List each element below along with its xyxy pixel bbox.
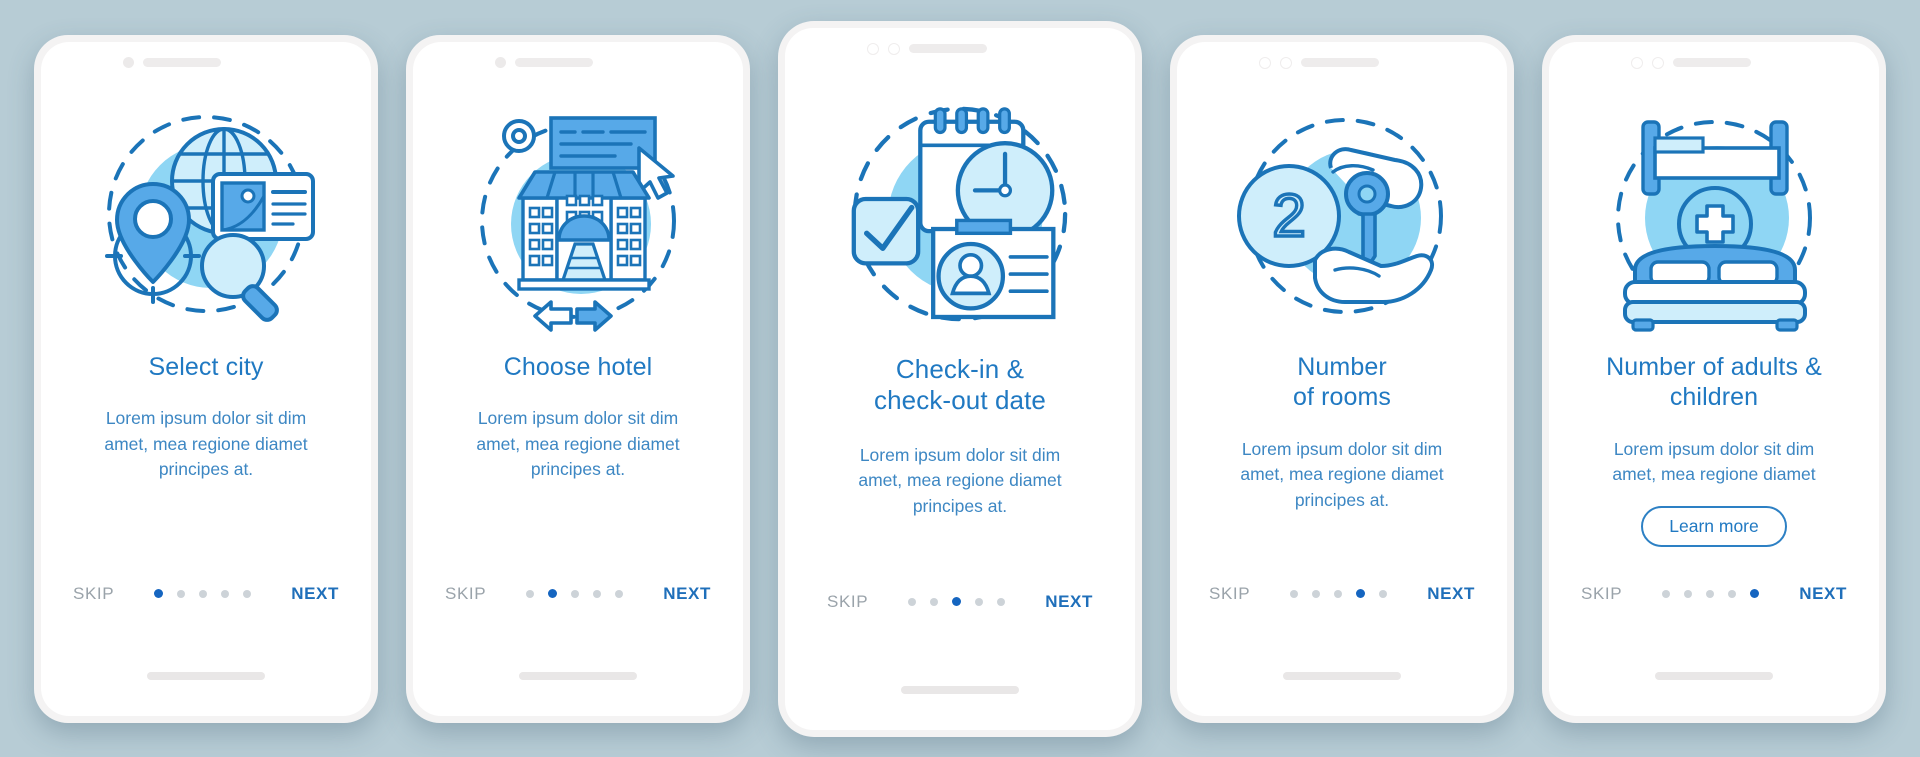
- status-bar: [1177, 42, 1507, 84]
- speaker-bar-icon: [143, 58, 221, 67]
- screen-body-text: Lorem ipsum dolor sit dim amet, mea regi…: [476, 408, 680, 480]
- screen-check-in-out-date: Check-in & check-out date Lorem ipsum do…: [785, 27, 1135, 730]
- speaker-bar-icon: [1301, 58, 1379, 67]
- pagination-dot-4[interactable]: [221, 589, 230, 598]
- home-indicator: [1655, 671, 1773, 680]
- skip-button[interactable]: SKIP: [445, 584, 486, 604]
- pagination-dot-3[interactable]: [571, 589, 580, 598]
- skip-button[interactable]: SKIP: [1581, 584, 1622, 604]
- globe-location-card-search-icon: [91, 106, 321, 326]
- home-indicator: [147, 671, 265, 680]
- onboarding-nav: SKIP NEXT: [413, 584, 743, 604]
- pagination-dots[interactable]: [526, 589, 624, 598]
- sensor-ring-icon: [888, 42, 900, 55]
- skip-button[interactable]: SKIP: [1209, 584, 1250, 604]
- phone-mockup-select-city: Select city Lorem ipsum dolor sit dim am…: [34, 34, 378, 723]
- skip-button[interactable]: SKIP: [73, 584, 114, 604]
- onboarding-nav: SKIP NEXT: [785, 592, 1135, 612]
- pagination-dot-4[interactable]: [1356, 589, 1366, 598]
- pagination-dot-1[interactable]: [154, 589, 164, 598]
- phone-mockup-number-of-rooms: 2 Number of rooms Lorem ipsum dolor sit …: [1170, 34, 1514, 723]
- pagination-dot-2[interactable]: [548, 589, 558, 598]
- screen-title: Check-in & check-out date: [874, 353, 1046, 416]
- home-indicator: [1283, 671, 1401, 680]
- svg-text:2: 2: [1272, 182, 1305, 249]
- next-button[interactable]: NEXT: [291, 584, 339, 604]
- learn-more-button[interactable]: Learn more: [1641, 505, 1787, 547]
- camera-ring-icon: [1259, 56, 1271, 69]
- screen-title: Number of adults & children: [1606, 352, 1822, 412]
- sensor-ring-icon: [1280, 56, 1292, 69]
- status-bar: [413, 42, 743, 84]
- pagination-dot-2[interactable]: [1684, 589, 1693, 598]
- pagination-dot-5[interactable]: [243, 589, 252, 598]
- next-button[interactable]: NEXT: [663, 584, 711, 604]
- onboarding-nav: SKIP NEXT: [1177, 584, 1507, 604]
- screen-body-text: Lorem ipsum dolor sit dim amet, mea regi…: [1240, 438, 1444, 510]
- home-indicator: [901, 685, 1019, 694]
- pagination-dots[interactable]: [1290, 589, 1388, 598]
- status-bar: [785, 28, 1135, 70]
- key-handover-two-icon: 2: [1227, 106, 1457, 326]
- pagination-dot-3[interactable]: [199, 589, 208, 598]
- screen-choose-hotel: Choose hotel Lorem ipsum dolor sit dim a…: [413, 41, 743, 716]
- pagination-dots[interactable]: [1662, 589, 1760, 598]
- pagination-dot-4[interactable]: [975, 597, 984, 606]
- screen-number-of-rooms: 2 Number of rooms Lorem ipsum dolor sit …: [1177, 41, 1507, 716]
- pagination-dot-3[interactable]: [1334, 589, 1343, 598]
- speaker-bar-icon: [909, 44, 987, 53]
- onboarding-screens-stage: Select city Lorem ipsum dolor sit dim am…: [0, 0, 1920, 757]
- pagination-dots[interactable]: [908, 597, 1006, 606]
- pagination-dot-5[interactable]: [615, 589, 624, 598]
- pagination-dot-5[interactable]: [997, 597, 1006, 606]
- status-bar: [1549, 42, 1879, 84]
- speaker-bar-icon: [515, 58, 593, 67]
- pagination-dot-1[interactable]: [1662, 589, 1671, 598]
- camera-ring-icon: [1631, 56, 1643, 69]
- next-button[interactable]: NEXT: [1427, 584, 1475, 604]
- pagination-dot-5[interactable]: [1750, 589, 1760, 598]
- screen-select-city: Select city Lorem ipsum dolor sit dim am…: [41, 41, 371, 716]
- camera-dot-icon: [123, 57, 134, 68]
- pagination-dots[interactable]: [154, 589, 252, 598]
- pagination-dot-2[interactable]: [177, 589, 186, 598]
- screen-title: Number of rooms: [1292, 352, 1392, 412]
- screen-body-text: Lorem ipsum dolor sit dim amet, mea regi…: [858, 444, 1062, 517]
- screen-body-text: Lorem ipsum dolor sit dim amet, mea regi…: [104, 408, 308, 480]
- pagination-dot-1[interactable]: [526, 589, 535, 598]
- pagination-dot-4[interactable]: [1728, 589, 1737, 598]
- bed-plus-icon: [1599, 106, 1829, 332]
- next-button[interactable]: NEXT: [1799, 584, 1847, 604]
- next-button[interactable]: NEXT: [1045, 592, 1093, 612]
- pagination-dot-3[interactable]: [1706, 589, 1715, 598]
- pagination-dot-5[interactable]: [1379, 589, 1388, 598]
- camera-ring-icon: [867, 42, 879, 55]
- speaker-bar-icon: [1673, 58, 1751, 67]
- phone-mockup-choose-hotel: Choose hotel Lorem ipsum dolor sit dim a…: [406, 34, 750, 723]
- pagination-dot-2[interactable]: [1312, 589, 1321, 598]
- phone-mockup-check-in-out-date: Check-in & check-out date Lorem ipsum do…: [778, 20, 1142, 737]
- screen-title: Choose hotel: [503, 352, 653, 381]
- screen-body-text: Lorem ipsum dolor sit dim amet, mea regi…: [1612, 438, 1816, 485]
- home-indicator: [519, 671, 637, 680]
- screen-number-of-adults-children: Number of adults & children Lorem ipsum …: [1549, 41, 1879, 716]
- sensor-ring-icon: [1652, 56, 1664, 69]
- hotel-building-cursor-icon: [463, 106, 693, 332]
- onboarding-nav: SKIP NEXT: [41, 584, 371, 604]
- status-bar: [41, 42, 371, 84]
- pagination-dot-3[interactable]: [952, 597, 962, 606]
- pagination-dot-1[interactable]: [1290, 589, 1299, 598]
- calendar-clock-idcard-icon: [836, 96, 1084, 332]
- onboarding-nav: SKIP NEXT: [1549, 584, 1879, 604]
- pagination-dot-4[interactable]: [593, 589, 602, 598]
- camera-dot-icon: [495, 57, 506, 68]
- skip-button[interactable]: SKIP: [827, 592, 868, 612]
- pagination-dot-2[interactable]: [930, 597, 939, 606]
- phone-mockup-number-of-adults-children: Number of adults & children Lorem ipsum …: [1542, 34, 1886, 723]
- screen-title: Select city: [148, 352, 264, 381]
- pagination-dot-1[interactable]: [908, 597, 917, 606]
